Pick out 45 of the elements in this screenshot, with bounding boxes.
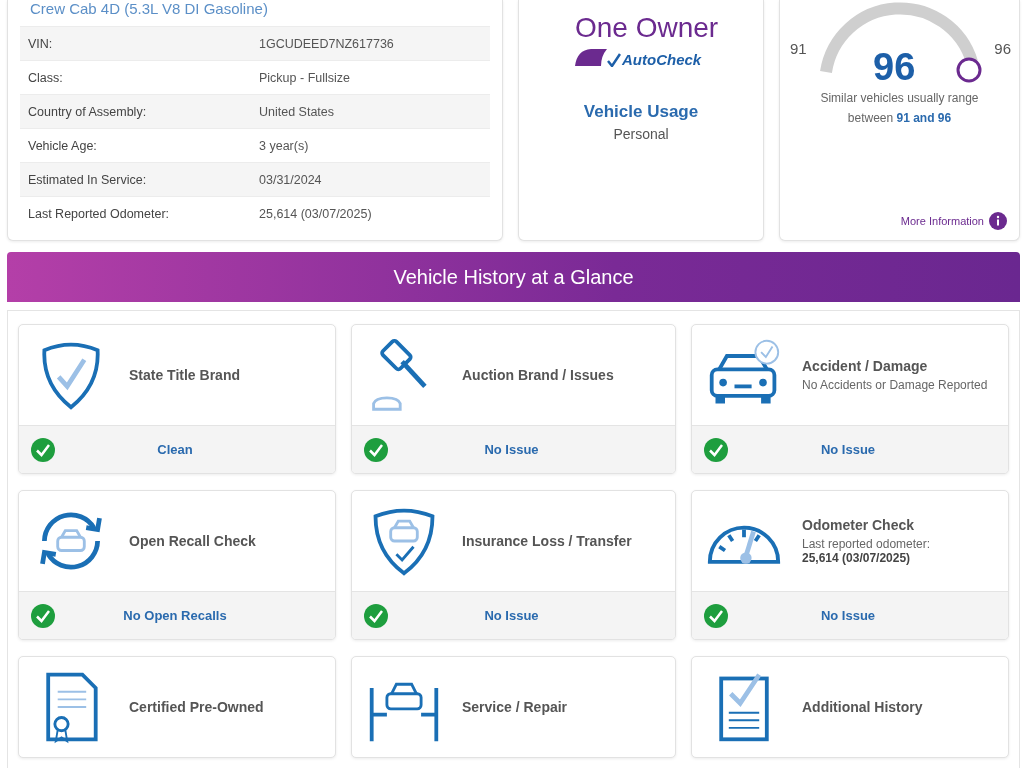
- more-information-link[interactable]: More Information: [900, 215, 984, 227]
- usage-label: Vehicle Usage: [583, 102, 699, 122]
- info-icon[interactable]: [989, 212, 1007, 230]
- field-label: VIN:: [27, 36, 54, 51]
- field-value: 25,614 (03/07/2025): [259, 206, 372, 221]
- range-max: 96: [994, 40, 1011, 57]
- field-value: United States: [259, 104, 335, 119]
- card-title: Additional History: [802, 699, 923, 715]
- status-text: No Issue: [483, 608, 540, 623]
- card-title: Certified Pre-Owned: [129, 699, 264, 715]
- field-label: Country of Assembly:: [27, 104, 148, 119]
- range-min: 91: [790, 40, 807, 57]
- card-note: No Accidents or Damage Reported: [802, 378, 988, 392]
- card-note: Last reported odometer:: [802, 537, 931, 551]
- range-values: 91 and 96: [896, 111, 952, 125]
- card-title: Service / Repair: [462, 699, 568, 715]
- status-text: Clean: [156, 442, 194, 457]
- card-title: Open Recall Check: [129, 533, 256, 549]
- check-icon: [607, 53, 621, 67]
- range-text: between: [847, 111, 894, 125]
- logo-brand: AutoCheck: [622, 51, 702, 68]
- section-header: Vehicle History at a Glance: [7, 252, 1020, 302]
- status-text: No Issue: [483, 442, 540, 457]
- card-title: Auction Brand / Issues: [462, 367, 614, 383]
- field-label: Last Reported Odometer:: [27, 206, 171, 221]
- field-value: 1GCUDEED7NZ617736: [259, 36, 394, 51]
- status-text: No Issue: [819, 608, 877, 623]
- status-text: No Open Recalls: [122, 608, 228, 623]
- vehicle-subtitle: Crew Cab 4D (5.3L V8 DI Gasoline): [29, 0, 269, 19]
- field-label: Estimated In Service:: [27, 172, 148, 187]
- card-title: State Title Brand: [129, 367, 240, 383]
- logo-title: One Owner: [575, 12, 719, 44]
- status-text: No Issue: [819, 442, 877, 457]
- field-value: 3 year(s): [259, 138, 309, 153]
- field-label: Vehicle Age:: [27, 138, 98, 153]
- field-value: Pickup - Fullsize: [259, 70, 350, 85]
- range-text: Similar vehicles usually range: [820, 90, 979, 107]
- score-value: 96: [873, 46, 916, 89]
- field-label: Class:: [27, 70, 64, 85]
- usage-value: Personal: [613, 126, 669, 142]
- card-note-value: 25,614 (03/07/2025): [802, 551, 912, 565]
- card-title: Insurance Loss / Transfer: [462, 533, 632, 549]
- card-title: Accident / Damage: [802, 358, 929, 374]
- field-value: 03/31/2024: [259, 172, 322, 187]
- card-title: Odometer Check: [802, 517, 916, 533]
